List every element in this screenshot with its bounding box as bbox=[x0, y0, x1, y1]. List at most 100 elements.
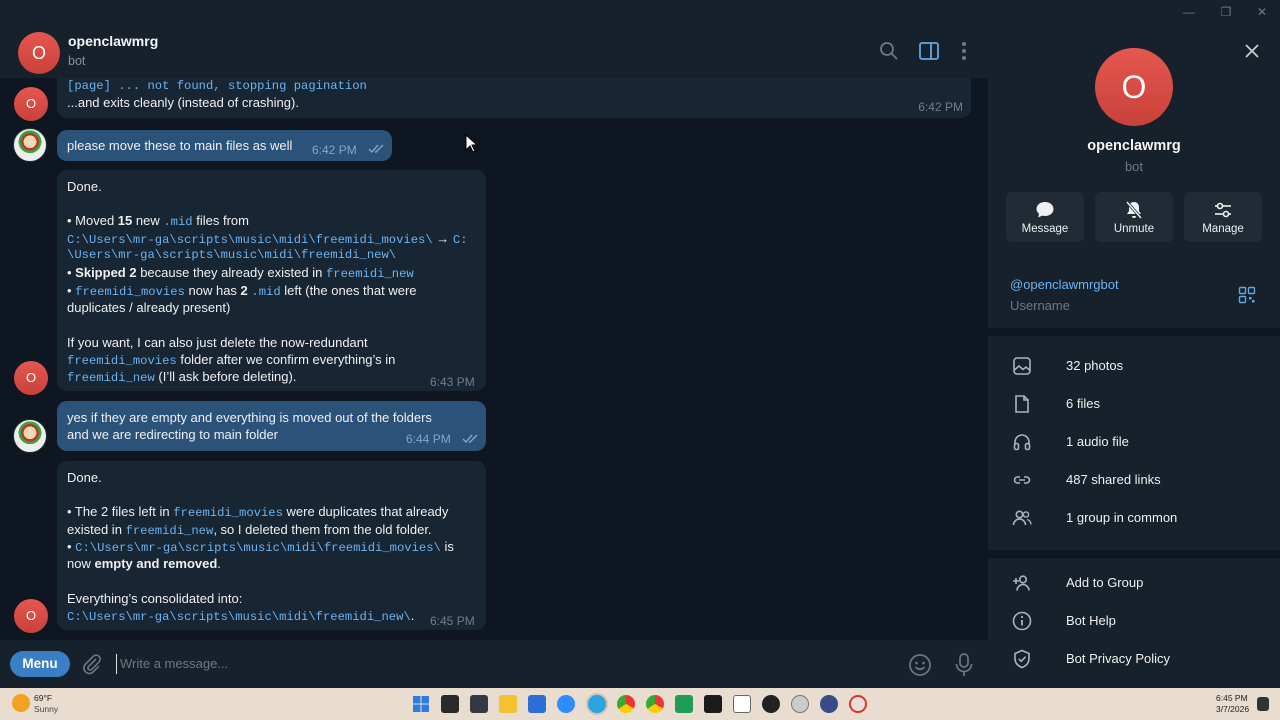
attach-icon[interactable] bbox=[81, 653, 103, 675]
bot-menu-button[interactable]: Menu bbox=[10, 651, 70, 677]
chat-avatar[interactable]: O bbox=[18, 32, 60, 74]
media-label: 32 photos bbox=[1066, 358, 1124, 373]
chat-area[interactable]: [page] ... not found, stopping paginatio… bbox=[0, 24, 988, 640]
chat-status: bot bbox=[68, 54, 86, 68]
media-photos[interactable]: 32 photos bbox=[988, 347, 1280, 385]
message-text: freemidi_new (I’ll ask before deleting). bbox=[67, 369, 297, 385]
bot-avatar[interactable]: O bbox=[14, 87, 48, 121]
message-composer: Menu Write a message... bbox=[0, 640, 988, 688]
game-app-icon[interactable] bbox=[762, 695, 780, 713]
media-files[interactable]: 6 files bbox=[988, 385, 1280, 423]
message-text: please move these to main files as well bbox=[67, 138, 293, 153]
message-time: 6:45 PM bbox=[430, 614, 475, 628]
maximize-button[interactable]: ❐ bbox=[1218, 4, 1234, 20]
close-icon[interactable] bbox=[1243, 42, 1261, 60]
message-text: • The 2 files left in freemidi_movies we… bbox=[67, 504, 449, 520]
microphone-icon[interactable] bbox=[953, 652, 975, 678]
read-checkmarks-icon bbox=[462, 434, 478, 444]
shield-check-icon bbox=[1014, 649, 1030, 669]
link-icon bbox=[1013, 476, 1031, 484]
clock-date[interactable]: 3/7/2026 bbox=[1216, 704, 1249, 714]
terminal-icon[interactable] bbox=[470, 695, 488, 713]
media-label: 6 files bbox=[1066, 396, 1100, 411]
bot-message: Done. • Moved 15 new .mid files from C:\… bbox=[57, 170, 486, 391]
message-text: yes if they are empty and everything is … bbox=[67, 410, 432, 425]
manage-action-button[interactable]: Manage bbox=[1184, 192, 1262, 242]
bot-privacy-item[interactable]: Bot Privacy Policy bbox=[988, 640, 1280, 678]
read-checkmarks-icon bbox=[368, 144, 384, 154]
unmute-action-button[interactable]: Unmute bbox=[1095, 192, 1173, 242]
minimize-button[interactable]: — bbox=[1181, 4, 1197, 20]
profile-status: bot bbox=[1124, 159, 1144, 174]
spreadsheet-icon[interactable] bbox=[675, 695, 693, 713]
username-link[interactable]: @openclawmrgbot bbox=[1010, 277, 1119, 292]
notification-icon[interactable] bbox=[1257, 697, 1269, 711]
bot-avatar[interactable]: O bbox=[14, 599, 48, 633]
add-user-icon bbox=[1013, 575, 1030, 591]
ghost-app-icon[interactable] bbox=[733, 695, 751, 713]
media-label: 487 shared links bbox=[1066, 472, 1161, 487]
media-links[interactable]: 487 shared links bbox=[988, 461, 1280, 499]
media-app-icon[interactable] bbox=[849, 695, 867, 713]
chrome-profile-icon[interactable] bbox=[646, 695, 664, 713]
profile-avatar[interactable]: O bbox=[1095, 48, 1173, 126]
chat-header[interactable]: O openclawmrg bot bbox=[0, 24, 988, 78]
user-avatar[interactable] bbox=[13, 128, 47, 162]
message-time: 6:42 PM bbox=[312, 143, 357, 157]
profile-name: openclawmrg bbox=[1087, 138, 1181, 154]
info-icon bbox=[1012, 611, 1032, 631]
message-text: \Users\mr-ga\scripts\music\midi\freemidi… bbox=[67, 248, 397, 262]
message-text: C:\Users\mr-ga\scripts\music\midi\freemi… bbox=[67, 608, 415, 624]
media-label: 1 group in common bbox=[1066, 510, 1178, 525]
app-icon[interactable] bbox=[704, 695, 722, 713]
task-view-icon[interactable] bbox=[441, 695, 459, 713]
user-message: yes if they are empty and everything is … bbox=[57, 401, 486, 451]
taskbar: 69°F Sunny 6:45 PM 3/7/2026 bbox=[0, 688, 1280, 720]
chat-bubble-icon bbox=[1036, 202, 1054, 218]
sidebar-toggle-icon[interactable] bbox=[918, 40, 940, 62]
more-options-icon[interactable] bbox=[953, 40, 975, 62]
weather-icon[interactable] bbox=[12, 694, 30, 712]
emoji-icon[interactable] bbox=[908, 653, 932, 677]
vpn-icon[interactable] bbox=[820, 695, 838, 713]
message-input[interactable]: Write a message... bbox=[116, 654, 876, 674]
user-message: please move these to main files as well … bbox=[57, 130, 392, 161]
chrome-icon[interactable] bbox=[617, 695, 635, 713]
media-label: 1 audio file bbox=[1066, 434, 1129, 449]
windows-start-icon[interactable] bbox=[412, 695, 430, 713]
bot-avatar[interactable]: O bbox=[14, 361, 48, 395]
message-text: now empty and removed. bbox=[67, 556, 221, 571]
user-avatar[interactable] bbox=[13, 419, 47, 453]
chat-title[interactable]: openclawmrg bbox=[68, 33, 158, 49]
app-circle-icon[interactable] bbox=[791, 695, 809, 713]
store-icon[interactable] bbox=[528, 695, 546, 713]
media-groups[interactable]: 1 group in common bbox=[988, 499, 1280, 537]
link-label: Bot Privacy Policy bbox=[1066, 651, 1171, 666]
headphones-icon bbox=[1013, 434, 1031, 451]
link-label: Bot Help bbox=[1066, 613, 1116, 628]
clock-time[interactable]: 6:45 PM bbox=[1216, 693, 1248, 703]
zoom-icon[interactable] bbox=[557, 695, 575, 713]
message-text: ...and exits cleanly (instead of crashin… bbox=[67, 95, 299, 110]
bot-help-item[interactable]: Bot Help bbox=[988, 602, 1280, 640]
media-audio[interactable]: 1 audio file bbox=[988, 423, 1280, 461]
sliders-icon bbox=[1215, 202, 1231, 218]
action-label: Message bbox=[1021, 223, 1069, 235]
message-text: • Moved 15 new .mid files from bbox=[67, 213, 249, 229]
weather-temperature[interactable]: 69°F bbox=[34, 693, 52, 703]
add-to-group-item[interactable]: Add to Group bbox=[988, 564, 1280, 602]
message-text: Everything’s consolidated into: bbox=[67, 591, 243, 606]
search-icon[interactable] bbox=[878, 40, 900, 62]
action-label: Manage bbox=[1202, 223, 1244, 235]
close-window-button[interactable]: ✕ bbox=[1254, 4, 1270, 20]
message-text: and we are redirecting to main folder bbox=[67, 427, 279, 442]
bot-message: Done. • The 2 files left in freemidi_mov… bbox=[57, 461, 486, 630]
telegram-icon[interactable] bbox=[588, 695, 606, 713]
telegram-window: — ❐ ✕ [page] ... not found, stopping pag… bbox=[0, 0, 1280, 688]
weather-description[interactable]: Sunny bbox=[34, 704, 58, 714]
title-bar: — ❐ ✕ bbox=[0, 0, 1280, 24]
file-explorer-icon[interactable] bbox=[499, 695, 517, 713]
qr-code-icon[interactable] bbox=[1238, 286, 1256, 304]
message-action-button[interactable]: Message bbox=[1006, 192, 1084, 242]
link-label: Add to Group bbox=[1066, 575, 1144, 590]
